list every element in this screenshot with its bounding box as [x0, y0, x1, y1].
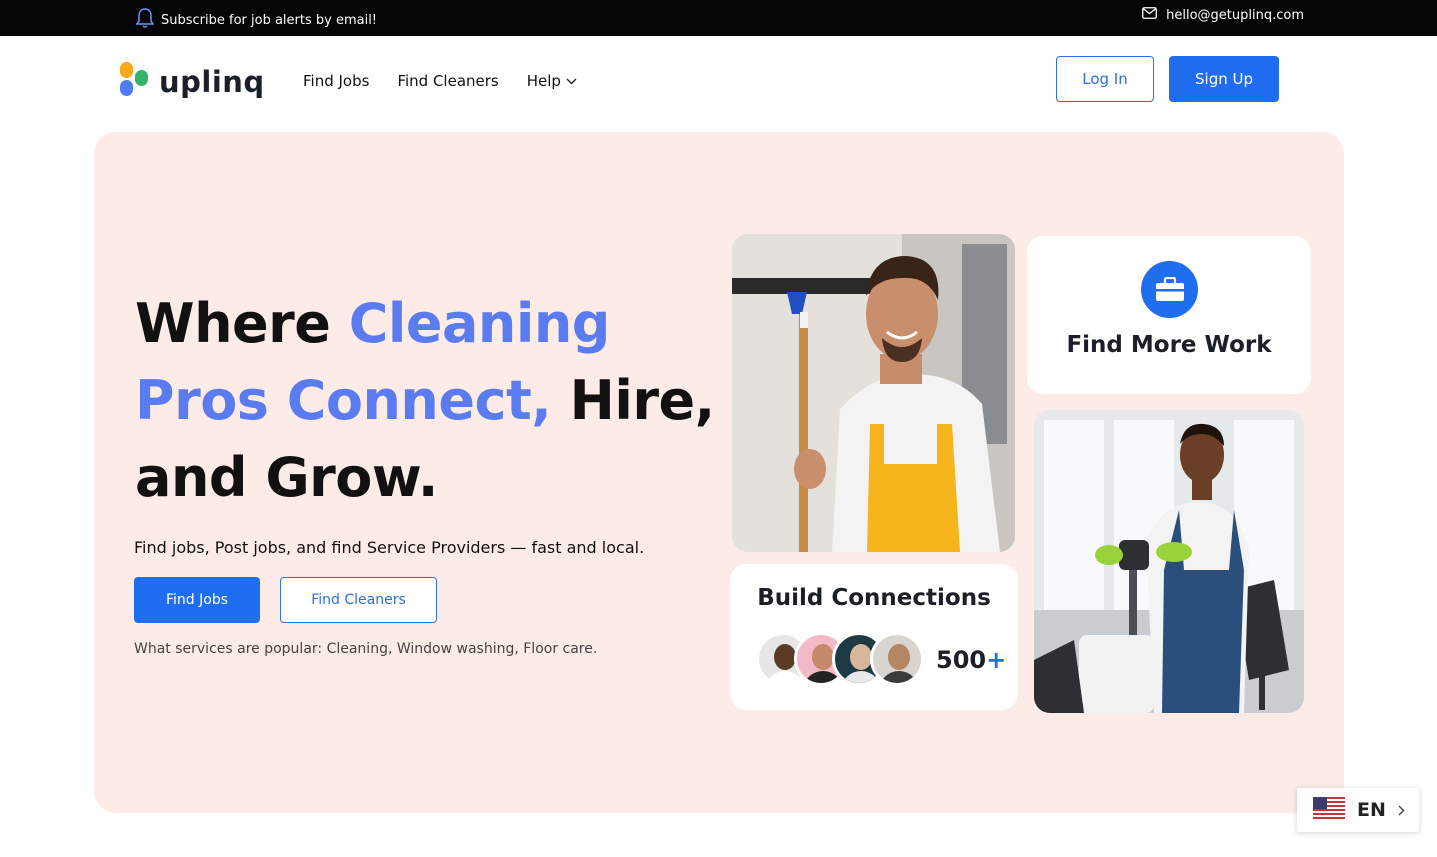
login-button[interactable]: Log In — [1056, 56, 1154, 102]
nav-help-label: Help — [526, 72, 561, 90]
signup-button[interactable]: Sign Up — [1169, 56, 1279, 102]
nav-find-jobs-label: Find Jobs — [303, 72, 370, 90]
member-count: 500+ — [936, 646, 1006, 674]
subscribe-alerts-link[interactable]: Subscribe for job alerts by email! — [135, 7, 377, 33]
us-flag-icon — [1313, 797, 1345, 823]
member-count-suffix: + — [986, 646, 1007, 674]
nav-help-dropdown[interactable]: Help — [527, 72, 577, 90]
find-jobs-button[interactable]: Find Jobs — [134, 577, 260, 623]
find-cleaners-button[interactable]: Find Cleaners — [280, 577, 437, 623]
find-more-work-label: Find More Work — [1066, 332, 1272, 358]
briefcase-icon — [1141, 261, 1198, 318]
cleaner-with-squeegee-photo — [732, 234, 1015, 552]
member-avatars — [756, 632, 924, 686]
logo-mark-icon — [119, 62, 149, 102]
contact-email: hello@getuplinq.com — [1166, 7, 1304, 23]
find-more-work-card[interactable]: Find More Work — [1027, 236, 1311, 394]
logo[interactable]: uplinq — [119, 62, 265, 102]
main-navigation: uplinq Find Jobs Find Cleaners Help Log … — [0, 36, 1437, 126]
avatar — [870, 632, 924, 686]
chevron-down-icon — [566, 78, 577, 85]
hero-subtext: Find jobs, Post jobs, and find Service P… — [134, 538, 645, 557]
bell-icon — [135, 7, 155, 33]
member-count-number: 500 — [936, 646, 987, 674]
build-connections-label: Build Connections — [757, 585, 991, 611]
floor-care-worker-photo — [1034, 410, 1304, 713]
nav-find-cleaners-label: Find Cleaners — [397, 72, 499, 90]
chevron-right-icon — [1398, 801, 1405, 820]
subscribe-text: Subscribe for job alerts by email! — [161, 12, 378, 28]
popular-services-text: What services are popular: Cleaning, Win… — [134, 641, 598, 657]
contact-email-link[interactable]: hello@getuplinq.com — [1142, 7, 1304, 23]
headline-part-1: Where — [135, 292, 349, 355]
hero-headline: Where Cleaning Pros Connect, Hire, and G… — [135, 285, 735, 516]
nav-find-jobs[interactable]: Find Jobs — [303, 72, 369, 90]
envelope-icon — [1142, 7, 1158, 23]
build-connections-card: Build Connections 500+ — [730, 564, 1018, 710]
logo-text: uplinq — [159, 65, 265, 99]
language-switcher[interactable]: EN — [1297, 788, 1419, 832]
top-announcement-bar: Subscribe for job alerts by email! hello… — [0, 0, 1437, 36]
language-code: EN — [1357, 799, 1386, 821]
nav-find-cleaners[interactable]: Find Cleaners — [397, 72, 498, 90]
